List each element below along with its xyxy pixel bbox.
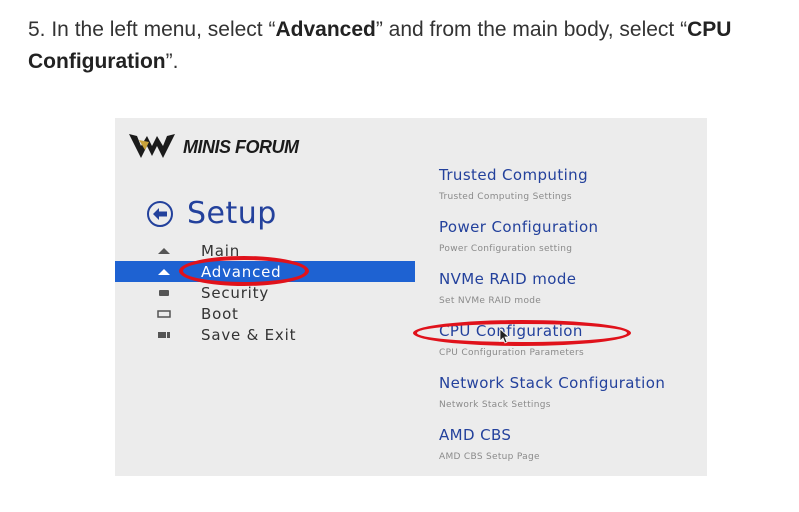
option-nvme-raid-mode[interactable]: NVMe RAID mode Set NVMe RAID mode bbox=[439, 270, 707, 322]
option-subtitle: Set NVMe RAID mode bbox=[439, 296, 542, 306]
setup-label: Setup bbox=[187, 196, 277, 231]
minisforum-logo-icon bbox=[129, 134, 175, 158]
option-subtitle: AMD CBS Setup Page bbox=[439, 452, 540, 462]
menu-item-label: Boot bbox=[201, 304, 239, 323]
advanced-highlight-ellipse bbox=[179, 256, 309, 286]
option-title: Trusted Computing bbox=[439, 166, 589, 184]
brand-name: MINIS FORUM bbox=[183, 136, 299, 157]
setup-menu: Main Advanced Security Boot Save & Exit bbox=[115, 240, 415, 345]
main-icon bbox=[158, 248, 170, 254]
boot-icon bbox=[157, 310, 171, 318]
option-title: AMD CBS bbox=[439, 426, 512, 444]
menu-item-label: Security bbox=[201, 283, 269, 302]
option-power-configuration[interactable]: Power Configuration Power Configuration … bbox=[439, 218, 707, 270]
menu-item-save-exit[interactable]: Save & Exit bbox=[115, 324, 415, 345]
option-title: NVMe RAID mode bbox=[439, 270, 577, 288]
option-subtitle: CPU Configuration Parameters bbox=[439, 348, 584, 358]
minisforum-logo: MINIS FORUM bbox=[127, 124, 299, 166]
option-amd-cbs[interactable]: AMD CBS AMD CBS Setup Page bbox=[439, 426, 707, 476]
option-title: Network Stack Configuration bbox=[439, 374, 666, 392]
instruction-end: ”. bbox=[165, 50, 179, 73]
menu-item-boot[interactable]: Boot bbox=[115, 303, 415, 324]
setup-title: Setup bbox=[147, 196, 277, 231]
instruction-mid: ” and from the main body, select “ bbox=[375, 18, 688, 41]
option-subtitle: Trusted Computing Settings bbox=[439, 192, 572, 202]
menu-item-label: Save & Exit bbox=[201, 325, 297, 344]
back-arrow-icon[interactable] bbox=[147, 200, 173, 227]
option-network-stack-configuration[interactable]: Network Stack Configuration Network Stac… bbox=[439, 374, 707, 426]
option-subtitle: Network Stack Settings bbox=[439, 400, 551, 410]
instruction-step: 5. In the left menu, select “ bbox=[28, 18, 276, 41]
cpu-configuration-highlight-ellipse bbox=[413, 320, 631, 346]
mouse-cursor-icon bbox=[499, 328, 511, 344]
option-subtitle: Power Configuration setting bbox=[439, 244, 573, 254]
save-exit-icon bbox=[158, 332, 170, 338]
option-title: Power Configuration bbox=[439, 218, 599, 236]
instruction-text: 5. In the left menu, select “Advanced” a… bbox=[28, 14, 788, 78]
security-icon bbox=[159, 290, 169, 296]
advanced-icon bbox=[158, 269, 170, 275]
instruction-bold-advanced: Advanced bbox=[275, 18, 376, 41]
option-trusted-computing[interactable]: Trusted Computing Trusted Computing Sett… bbox=[439, 166, 707, 218]
bios-screenshot: MINIS FORUM Setup Main Advanced Security… bbox=[115, 118, 707, 476]
